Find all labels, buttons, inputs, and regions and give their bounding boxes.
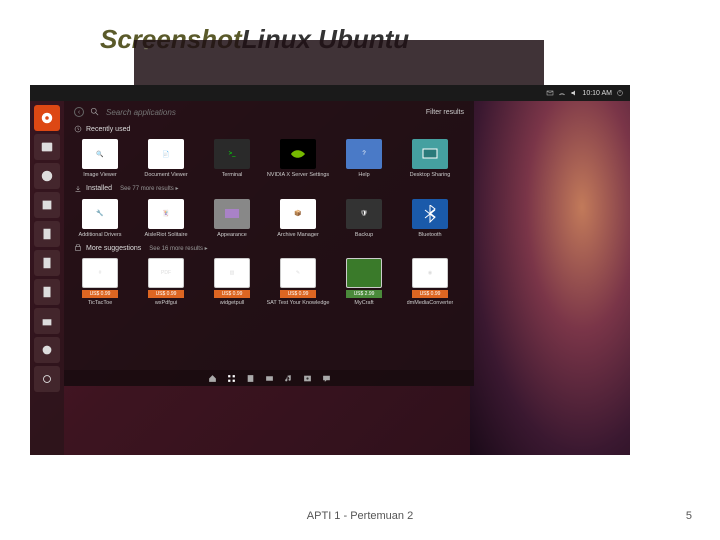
sugg-sat[interactable]: ✎US$ 0.99SAT Test Your Knowledge <box>272 258 324 307</box>
launcher-writer[interactable] <box>34 221 60 247</box>
installed-see-more[interactable]: See 77 more results ▸ <box>120 185 178 192</box>
app-desktop-sharing[interactable]: Desktop Sharing <box>404 139 456 179</box>
lens-files-icon[interactable] <box>246 374 255 383</box>
ubuntu-screenshot: 10:10 AM ‹ Filter results <box>30 85 630 455</box>
sugg-wxpdfgui[interactable]: PDFUS$ 0.99wxPdfgui <box>140 258 192 307</box>
dash-button[interactable] <box>34 105 60 131</box>
lens-social-icon[interactable] <box>322 374 331 383</box>
launcher-amazon[interactable] <box>34 337 60 363</box>
sugg-mycraft[interactable]: US$ 2.99MyCraft <box>338 258 390 307</box>
installed-grid: 🔧Additional Drivers 🃏AisleRiot Solitaire… <box>74 199 464 239</box>
filter-results[interactable]: Filter results <box>426 109 464 116</box>
network-icon <box>558 89 566 97</box>
launcher-settings[interactable] <box>34 366 60 392</box>
suggestions-grid: #US$ 0.99TicTacToe PDFUS$ 0.99wxPdfgui ▥… <box>74 258 464 307</box>
recent-grid: 🔍Image Viewer 📄Document Viewer >_Termina… <box>74 139 464 179</box>
system-tray: 10:10 AM <box>546 89 624 97</box>
app-additional-drivers[interactable]: 🔧Additional Drivers <box>74 199 126 239</box>
app-aisleriot[interactable]: 🃏AisleRiot Solitaire <box>140 199 192 239</box>
nav-back-icon[interactable]: ‹ <box>74 107 84 117</box>
search-input[interactable] <box>106 108 420 117</box>
lens-home-icon[interactable] <box>208 374 217 383</box>
app-help[interactable]: ?Help <box>338 139 390 179</box>
launcher-software[interactable] <box>34 308 60 334</box>
lens-bar <box>64 370 474 386</box>
app-document-viewer[interactable]: 📄Document Viewer <box>140 139 192 179</box>
page-number: 5 <box>686 510 692 522</box>
launcher-app[interactable] <box>34 192 60 218</box>
launcher-calc[interactable] <box>34 250 60 276</box>
app-appearance[interactable]: Appearance <box>206 199 258 239</box>
unity-launcher <box>30 101 64 455</box>
desktop-wallpaper <box>470 101 630 455</box>
unity-dash: ‹ Filter results Recently used 🔍Image Vi… <box>64 101 474 386</box>
suggestions-see-more[interactable]: See 16 more results ▸ <box>149 245 207 252</box>
bag-icon <box>74 244 82 252</box>
lens-apps-icon[interactable] <box>227 374 236 383</box>
lens-video-icon[interactable] <box>265 374 274 383</box>
app-backup[interactable]: 🛡Backup <box>338 199 390 239</box>
power-icon <box>616 89 624 97</box>
sugg-widgetpull[interactable]: ▥US$ 0.99widgetpull <box>206 258 258 307</box>
search-icon <box>90 107 100 117</box>
search-row: ‹ Filter results <box>74 107 464 117</box>
launcher-files[interactable] <box>34 134 60 160</box>
clock: 10:10 AM <box>582 90 612 97</box>
sound-icon <box>570 89 578 97</box>
app-terminal[interactable]: >_Terminal <box>206 139 258 179</box>
mail-icon <box>546 89 554 97</box>
sugg-tictactoe[interactable]: #US$ 0.99TicTacToe <box>74 258 126 307</box>
section-recent: Recently used <box>74 125 464 133</box>
app-archive-manager[interactable]: 📦Archive Manager <box>272 199 324 239</box>
slide-footer: APTI 1 - Pertemuan 2 <box>307 510 413 522</box>
sugg-dmmedia[interactable]: ◉US$ 0.99dmMediaConverter <box>404 258 456 307</box>
section-suggestions: More suggestions See 16 more results ▸ <box>74 244 464 252</box>
app-bluetooth[interactable]: Bluetooth <box>404 199 456 239</box>
launcher-firefox[interactable] <box>34 163 60 189</box>
lens-music-icon[interactable] <box>284 374 293 383</box>
top-panel: 10:10 AM <box>30 85 630 101</box>
lens-photos-icon[interactable] <box>303 374 312 383</box>
launcher-impress[interactable] <box>34 279 60 305</box>
app-nvidia[interactable]: NVIDIA X Server Settings <box>272 139 324 179</box>
clock-icon <box>74 125 82 133</box>
section-installed: Installed See 77 more results ▸ <box>74 185 464 193</box>
app-image-viewer[interactable]: 🔍Image Viewer <box>74 139 126 179</box>
slide-title: Screenshot – Linux Ubuntu <box>100 24 409 55</box>
download-icon <box>74 185 82 193</box>
